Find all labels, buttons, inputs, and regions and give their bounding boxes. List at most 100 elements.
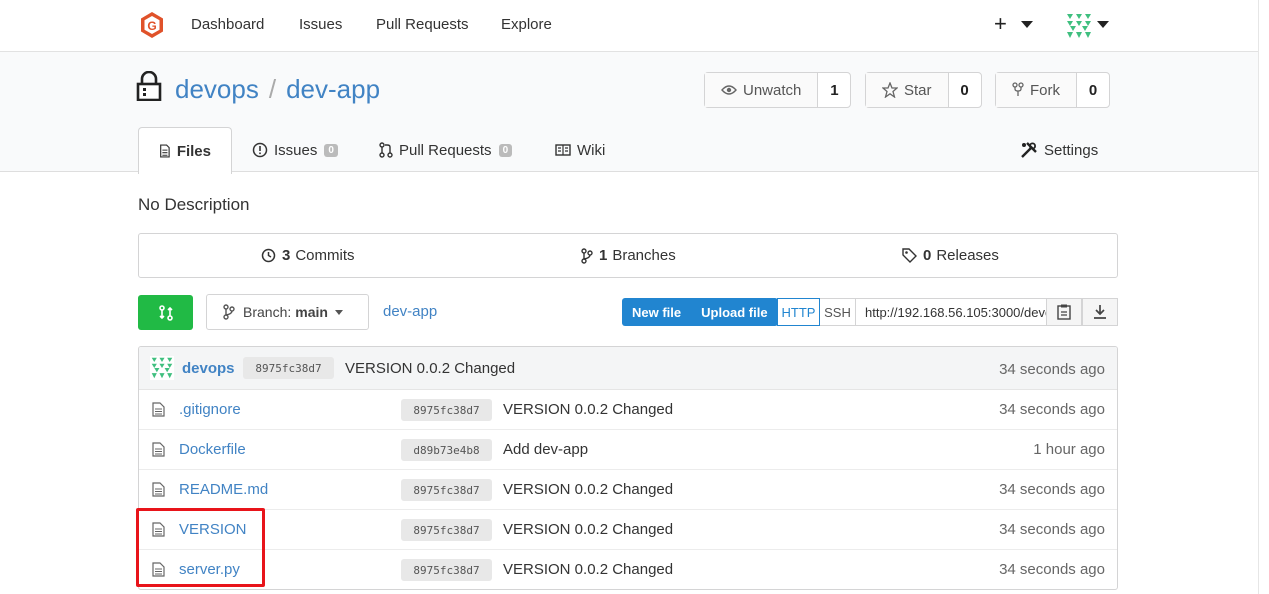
star-button[interactable]: Star (866, 73, 949, 107)
repo-stats-bar: 3 Commits 1 Branches 0 Releases (138, 233, 1118, 278)
latest-commit-row: devops 8975fc38d7 VERSION 0.0.2 Changed … (139, 347, 1117, 390)
nav-explore[interactable]: Explore (501, 16, 552, 33)
clipboard-icon (1057, 304, 1071, 320)
branch-prefix: Branch: (243, 304, 292, 320)
tab-settings[interactable]: Settings (1020, 127, 1098, 173)
nav-pull-requests[interactable]: Pull Requests (376, 16, 469, 33)
star-label: Star (904, 81, 932, 99)
book-icon (555, 144, 571, 156)
file-commit-message[interactable]: Add dev-app (503, 441, 588, 458)
commits-stat[interactable]: 3 Commits (261, 247, 355, 264)
star-icon (882, 82, 898, 98)
table-row: Dockerfile d89b73e4b8 Add dev-app 1 hour… (139, 430, 1117, 470)
branch-icon (581, 247, 593, 264)
repo-name-link[interactable]: dev-app (286, 74, 380, 104)
highlight-annotation-box (136, 508, 265, 587)
commit-time: 34 seconds ago (999, 361, 1105, 378)
nav-dashboard[interactable]: Dashboard (191, 16, 264, 33)
releases-stat[interactable]: 0 Releases (902, 247, 999, 264)
path-breadcrumb[interactable]: dev-app (383, 303, 437, 320)
tab-files-label: Files (176, 142, 211, 160)
pull-request-icon (379, 142, 393, 158)
fork-label: Fork (1030, 81, 1060, 99)
ssh-clone-button[interactable]: SSH (820, 298, 856, 326)
file-commit-sha[interactable]: d89b73e4b8 (401, 439, 492, 461)
branch-dropdown[interactable]: Branch: main (206, 294, 369, 330)
fork-button-group: Fork 0 (995, 72, 1110, 108)
tag-icon (902, 248, 917, 263)
tab-pull-requests-label: Pull Requests (399, 141, 492, 159)
author-avatar[interactable] (150, 356, 174, 380)
download-button[interactable] (1082, 298, 1118, 326)
table-row: server.py 8975fc38d7 VERSION 0.0.2 Chang… (139, 550, 1117, 589)
title-separator: / (268, 74, 277, 104)
commit-sha-link[interactable]: 8975fc38d7 (243, 357, 334, 379)
gitea-logo-icon[interactable]: G (138, 11, 166, 39)
http-clone-button[interactable]: HTTP (777, 298, 820, 326)
file-icon (152, 402, 165, 417)
pulls-count-badge: 0 (498, 143, 513, 157)
file-commit-sha[interactable]: 8975fc38d7 (401, 479, 492, 501)
commit-message-link[interactable]: VERSION 0.0.2 Changed (345, 360, 515, 377)
file-commit-message[interactable]: VERSION 0.0.2 Changed (503, 521, 673, 538)
repo-owner-link[interactable]: devops (175, 74, 259, 104)
tab-files[interactable]: Files (138, 127, 232, 174)
file-commit-sha[interactable]: 8975fc38d7 (401, 519, 492, 541)
copy-url-button[interactable] (1046, 298, 1082, 326)
star-button-group: Star 0 (865, 72, 982, 108)
fork-button[interactable]: Fork (996, 73, 1077, 107)
repo-description: No Description (138, 195, 250, 214)
file-name-link[interactable]: README.md (179, 481, 268, 498)
commit-author-link[interactable]: devops (182, 360, 235, 377)
file-commit-time: 1 hour ago (1033, 441, 1105, 458)
upload-file-button[interactable]: Upload file (691, 298, 777, 326)
file-commit-message[interactable]: VERSION 0.0.2 Changed (503, 401, 673, 418)
nav-issues[interactable]: Issues (299, 16, 342, 33)
compare-button[interactable] (138, 295, 193, 330)
file-icon (152, 482, 165, 497)
tab-settings-label: Settings (1044, 141, 1099, 159)
file-commit-sha[interactable]: 8975fc38d7 (401, 559, 492, 581)
create-new-icon[interactable]: + (994, 11, 1007, 37)
chevron-down-icon (334, 309, 343, 315)
new-file-button[interactable]: New file (622, 298, 691, 326)
history-icon (261, 248, 276, 263)
scrollbar[interactable] (1258, 0, 1269, 594)
watch-count[interactable]: 1 (818, 73, 850, 107)
file-name-link[interactable]: Dockerfile (179, 441, 246, 458)
file-commit-time: 34 seconds ago (999, 401, 1105, 418)
file-commit-time: 34 seconds ago (999, 521, 1105, 538)
file-name-link[interactable]: .gitignore (179, 401, 241, 418)
fork-count[interactable]: 0 (1077, 73, 1109, 107)
download-icon (1094, 305, 1106, 319)
tab-wiki[interactable]: Wiki (555, 127, 605, 173)
compare-icon (158, 304, 173, 321)
top-navbar: G Dashboard Issues Pull Requests Explore… (0, 0, 1258, 52)
issues-count-badge: 0 (324, 143, 338, 157)
file-commit-message[interactable]: VERSION 0.0.2 Changed (503, 481, 673, 498)
tab-issues-label: Issues (274, 141, 318, 159)
chevron-down-icon[interactable] (1021, 21, 1033, 28)
unwatch-button[interactable]: Unwatch (705, 73, 819, 107)
unwatch-label: Unwatch (743, 81, 802, 99)
branches-label: Branches (612, 247, 676, 264)
tools-icon (1021, 142, 1037, 158)
clone-url-input[interactable]: http://192.168.56.105:3000/devops/dev-ap… (856, 298, 1047, 326)
file-actions-group: New file Upload file (622, 298, 778, 326)
releases-label: Releases (936, 247, 999, 264)
file-commit-sha[interactable]: 8975fc38d7 (401, 399, 492, 421)
avatar-chevron-down-icon[interactable] (1097, 21, 1109, 28)
lock-icon (136, 71, 162, 101)
table-row: .gitignore 8975fc38d7 VERSION 0.0.2 Chan… (139, 390, 1117, 430)
star-count[interactable]: 0 (949, 73, 981, 107)
tab-pull-requests[interactable]: Pull Requests 0 (379, 127, 513, 173)
tab-wiki-label: Wiki (577, 141, 606, 159)
tab-issues[interactable]: Issues 0 (252, 127, 338, 173)
file-commit-message[interactable]: VERSION 0.0.2 Changed (503, 561, 673, 578)
file-commit-time: 34 seconds ago (999, 561, 1105, 578)
branch-icon (223, 304, 235, 320)
table-row: README.md 8975fc38d7 VERSION 0.0.2 Chang… (139, 470, 1117, 510)
user-avatar[interactable] (1065, 12, 1093, 40)
issue-icon (252, 142, 268, 158)
branches-stat[interactable]: 1 Branches (581, 247, 676, 264)
